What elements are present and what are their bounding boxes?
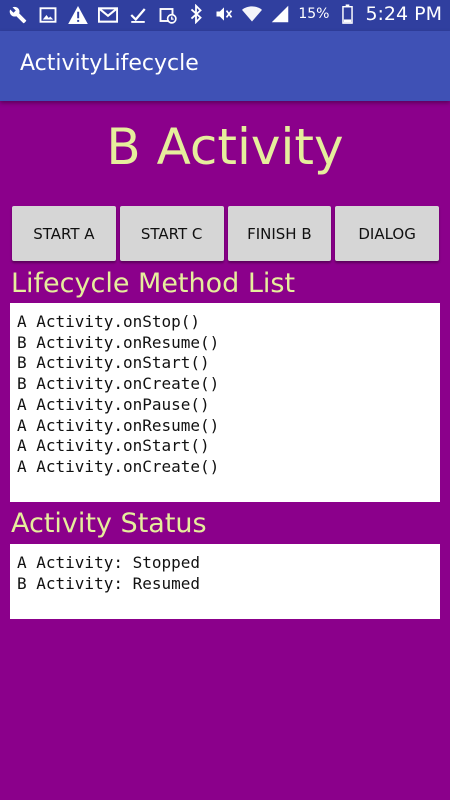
bluetooth-icon — [186, 3, 206, 25]
system-icons: 15% 5:24 PM — [186, 3, 442, 25]
list-item: A Activity: Stopped — [17, 553, 201, 572]
notification-icons — [8, 4, 178, 26]
warning-icon — [68, 4, 88, 26]
button-row: START A START C FINISH B DIALOG — [12, 206, 439, 261]
list-item: A Activity.onCreate() — [17, 456, 220, 476]
finish-b-button[interactable]: FINISH B — [227, 206, 332, 261]
signal-icon — [270, 3, 290, 25]
app-bar: ActivityLifecycle — [0, 31, 450, 101]
lifecycle-method-list: A Activity.onStop() B Activity.onResume(… — [10, 303, 440, 502]
activity-heading: B Activity — [106, 118, 344, 176]
start-c-button[interactable]: START C — [119, 206, 224, 261]
list-item: B Activity.onStart() — [17, 353, 210, 373]
start-a-button[interactable]: START A — [12, 206, 116, 261]
lifecycle-method-list-title: Lifecycle Method List — [11, 268, 296, 299]
wifi-icon — [242, 3, 263, 25]
image-icon — [38, 4, 58, 26]
app-title: ActivityLifecycle — [20, 51, 199, 76]
list-item: A Activity.onPause() — [17, 394, 210, 414]
list-item: A Activity.onStart() — [17, 436, 210, 456]
check-icon — [128, 4, 148, 26]
dialog-button[interactable]: DIALOG — [335, 206, 439, 261]
list-item: B Activity.onCreate() — [17, 374, 220, 394]
wrench-icon — [8, 4, 28, 26]
activity-status-title: Activity Status — [11, 508, 207, 539]
gmail-icon — [98, 4, 118, 26]
list-item: B Activity.onResume() — [17, 332, 220, 352]
mute-icon — [214, 3, 234, 25]
calendar-icon — [158, 4, 178, 26]
list-item: B Activity: Resumed — [17, 573, 201, 593]
list-item: A Activity.onResume() — [17, 415, 220, 435]
status-bar: 15% 5:24 PM — [0, 0, 450, 31]
battery-icon — [337, 3, 357, 25]
list-item: A Activity.onStop() — [17, 312, 201, 331]
clock: 5:24 PM — [365, 3, 442, 25]
activity-status-list: A Activity: Stopped B Activity: Resumed — [10, 544, 440, 619]
battery-percent: 15% — [298, 6, 330, 22]
